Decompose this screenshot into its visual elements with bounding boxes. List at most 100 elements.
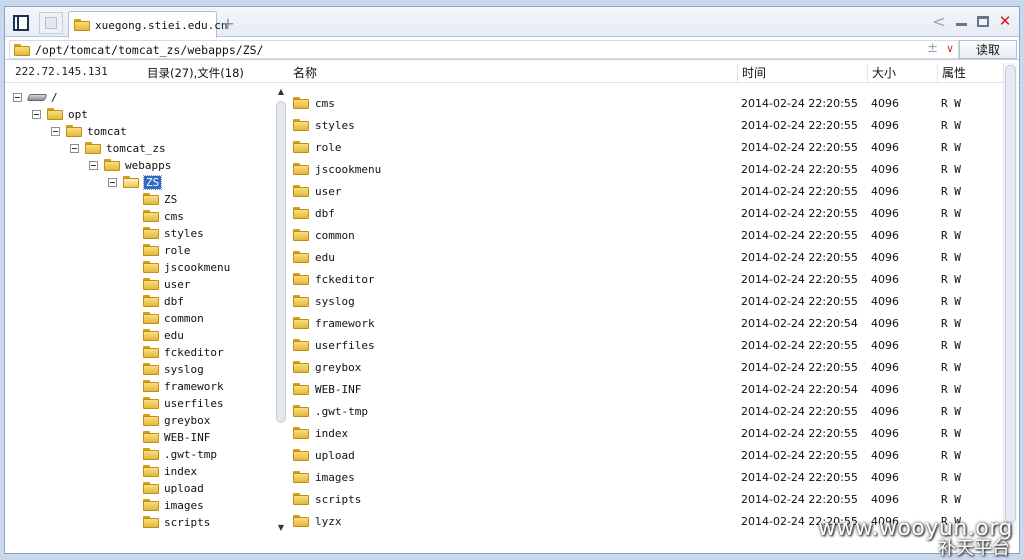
- column-header-size[interactable]: 大小: [867, 64, 896, 82]
- collapse-icon[interactable]: [32, 109, 41, 119]
- file-row[interactable]: greybox 2014-02-24 22:20:55 4096 R W: [289, 356, 1001, 378]
- tree-node[interactable]: scripts: [143, 514, 210, 530]
- tree-node[interactable]: cms: [143, 208, 184, 224]
- file-row[interactable]: jscookmenu 2014-02-24 22:20:55 4096 R W: [289, 158, 1001, 180]
- bookmark-toggle-icon[interactable]: ±: [927, 41, 938, 56]
- scroll-up-icon[interactable]: ▲: [275, 87, 287, 96]
- scroll-thumb[interactable]: [1005, 65, 1016, 523]
- file-row[interactable]: common 2014-02-24 22:20:55 4096 R W: [289, 224, 1001, 246]
- chevron-down-icon[interactable]: ∨: [946, 42, 954, 55]
- tree-node-label: opt: [68, 107, 88, 121]
- tree-node-label: role: [164, 243, 191, 257]
- tree-node[interactable]: userfiles: [143, 395, 224, 411]
- collapse-icon[interactable]: [70, 143, 79, 153]
- file-attr: R W: [941, 404, 961, 418]
- tree-node[interactable]: dbf: [143, 293, 184, 309]
- tree-node-label: ZS: [142, 174, 163, 190]
- tree-node[interactable]: WEB-INF: [143, 429, 210, 445]
- tree-scrollbar[interactable]: ▲ ▼: [275, 85, 287, 535]
- collapse-icon[interactable]: [89, 160, 98, 170]
- tree-node-label: images: [164, 498, 204, 512]
- folder-icon: [293, 405, 309, 417]
- tree-node[interactable]: styles: [143, 225, 204, 241]
- column-header-name[interactable]: 名称: [289, 64, 317, 82]
- file-row[interactable]: cms 2014-02-24 22:20:55 4096 R W: [289, 92, 1001, 114]
- tree-node-label: webapps: [125, 158, 172, 172]
- tree-node[interactable]: common: [143, 310, 204, 326]
- collapse-icon[interactable]: [13, 92, 22, 102]
- collapse-icon[interactable]: [51, 126, 60, 136]
- panel-toggle-icon[interactable]: [11, 13, 31, 33]
- tree-node-label: /: [51, 90, 58, 104]
- tree-node[interactable]: images: [143, 497, 204, 513]
- tree-node-webapps[interactable]: webapps: [89, 157, 171, 173]
- tree-node[interactable]: syslog: [143, 361, 204, 377]
- file-row[interactable]: scripts 2014-02-24 22:20:55 4096 R W: [289, 488, 1001, 510]
- column-header-time[interactable]: 时间: [737, 64, 766, 82]
- file-row[interactable]: framework 2014-02-24 22:20:54 4096 R W: [289, 312, 1001, 334]
- file-row[interactable]: dbf 2014-02-24 22:20:55 4096 R W: [289, 202, 1001, 224]
- file-row[interactable]: index 2014-02-24 22:20:55 4096 R W: [289, 422, 1001, 444]
- tree-node[interactable]: upload: [143, 480, 204, 496]
- tree-node[interactable]: role: [143, 242, 191, 258]
- tab-active[interactable]: xuegong.stiei.edu.cn: [68, 11, 227, 38]
- new-tab-button[interactable]: +: [218, 13, 238, 33]
- file-name: scripts: [315, 492, 362, 506]
- close-icon[interactable]: ✕: [997, 12, 1013, 30]
- file-attr: R W: [941, 470, 961, 484]
- file-name: jscookmenu: [315, 162, 382, 176]
- file-size: 4096: [871, 272, 899, 286]
- file-row[interactable]: .gwt-tmp 2014-02-24 22:20:55 4096 R W: [289, 400, 1001, 422]
- item-counts: 目录(27),文件(18): [147, 66, 244, 80]
- file-name: .gwt-tmp: [315, 404, 368, 418]
- tree-node-label: tomcat: [87, 124, 127, 138]
- file-list: cms 2014-02-24 22:20:55 4096 R W styles 2014-…: [289, 85, 1001, 535]
- folder-icon: [143, 397, 159, 409]
- tree-node[interactable]: .gwt-tmp: [143, 446, 217, 462]
- file-row[interactable]: styles 2014-02-24 22:20:55 4096 R W: [289, 114, 1001, 136]
- file-row[interactable]: images 2014-02-24 22:20:55 4096 R W: [289, 466, 1001, 488]
- back-icon[interactable]: <: [931, 12, 947, 31]
- read-button[interactable]: 读取: [959, 40, 1017, 59]
- file-attr: R W: [941, 272, 961, 286]
- tree-node-tomcat-zs[interactable]: tomcat_zs: [70, 140, 166, 156]
- tree-node-label: WEB-INF: [164, 430, 211, 444]
- path-input[interactable]: /opt/tomcat/tomcat_zs/webapps/ZS/ ± ∨: [9, 40, 959, 59]
- tree-node-zs-selected[interactable]: ZS: [108, 174, 163, 190]
- tree-node[interactable]: index: [143, 463, 197, 479]
- tree-node[interactable]: ZS: [143, 191, 177, 207]
- file-size: 4096: [871, 470, 899, 484]
- folder-icon: [293, 339, 309, 351]
- tree-node[interactable]: jscookmenu: [143, 259, 230, 275]
- file-row[interactable]: edu 2014-02-24 22:20:55 4096 R W: [289, 246, 1001, 268]
- scroll-thumb[interactable]: [276, 101, 286, 423]
- scroll-down-icon[interactable]: ▼: [275, 523, 287, 532]
- file-time: 2014-02-24 22:20:55: [741, 250, 858, 264]
- column-header-attr[interactable]: 属性: [937, 64, 966, 82]
- file-name-cell: syslog: [293, 295, 355, 308]
- tree-node[interactable]: greybox: [143, 412, 210, 428]
- file-row[interactable]: fckeditor 2014-02-24 22:20:55 4096 R W: [289, 268, 1001, 290]
- file-row[interactable]: WEB-INF 2014-02-24 22:20:54 4096 R W: [289, 378, 1001, 400]
- file-row[interactable]: userfiles 2014-02-24 22:20:55 4096 R W: [289, 334, 1001, 356]
- blank-tab[interactable]: [39, 12, 63, 34]
- maximize-icon[interactable]: [975, 13, 991, 29]
- list-scrollbar[interactable]: [1003, 63, 1017, 535]
- tree-node[interactable]: edu: [143, 327, 184, 343]
- file-row[interactable]: role 2014-02-24 22:20:55 4096 R W: [289, 136, 1001, 158]
- folder-icon: [143, 465, 159, 477]
- file-row[interactable]: syslog 2014-02-24 22:20:55 4096 R W: [289, 290, 1001, 312]
- tree-node[interactable]: user: [143, 276, 191, 292]
- file-row[interactable]: upload 2014-02-24 22:20:55 4096 R W: [289, 444, 1001, 466]
- collapse-icon[interactable]: [108, 177, 117, 187]
- file-attr: R W: [941, 382, 961, 396]
- tree-node-tomcat[interactable]: tomcat: [51, 123, 127, 139]
- file-size: 4096: [871, 338, 899, 352]
- file-row[interactable]: user 2014-02-24 22:20:55 4096 R W: [289, 180, 1001, 202]
- tree-node[interactable]: framework: [143, 378, 224, 394]
- tree-node-root[interactable]: /: [13, 89, 58, 105]
- tree-node-opt[interactable]: opt: [32, 106, 88, 122]
- minimize-icon[interactable]: [953, 13, 969, 29]
- tree-node[interactable]: fckeditor: [143, 344, 224, 360]
- file-name-cell: lyzx: [293, 515, 342, 528]
